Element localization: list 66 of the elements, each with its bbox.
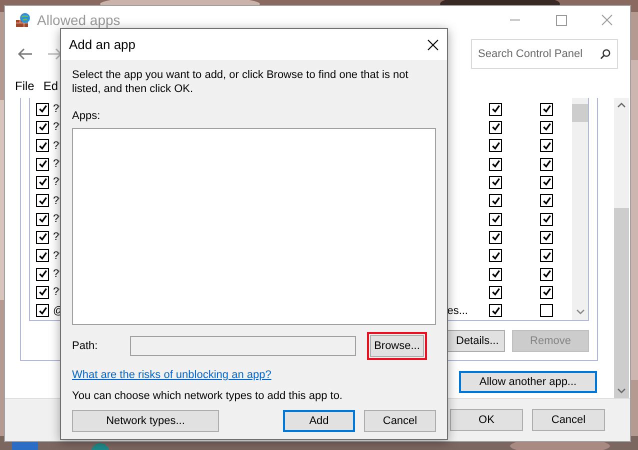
browse-button[interactable]: Browse... <box>370 335 424 357</box>
checkbox[interactable] <box>540 212 553 226</box>
checkbox[interactable] <box>489 286 502 299</box>
scroll-down-icon[interactable] <box>617 388 626 394</box>
path-label: Path: <box>72 340 99 352</box>
back-arrow-icon[interactable] <box>17 47 33 61</box>
checkbox[interactable] <box>489 249 502 262</box>
checkbox[interactable] <box>489 120 502 134</box>
search-icon <box>600 48 611 60</box>
checkbox[interactable] <box>36 304 49 318</box>
scrollbar[interactable] <box>614 98 629 398</box>
allow-another-app-button[interactable]: Allow another app... <box>459 371 597 393</box>
menu-item[interactable]: File <box>15 79 34 93</box>
checkbox[interactable] <box>36 158 49 171</box>
scroll-down-icon[interactable] <box>576 309 584 315</box>
checkbox[interactable] <box>489 139 502 152</box>
checkbox[interactable] <box>540 286 553 299</box>
dialog-button[interactable]: Cancel <box>532 409 605 431</box>
checkbox[interactable] <box>36 212 49 226</box>
checkbox[interactable] <box>489 230 502 244</box>
network-types-button[interactable]: Network types... <box>72 410 219 432</box>
checkbox[interactable] <box>36 249 49 262</box>
risks-link[interactable]: What are the risks of unblocking an app? <box>72 369 272 381</box>
checkbox[interactable] <box>540 176 553 189</box>
checkbox[interactable] <box>540 249 553 262</box>
menu-item[interactable]: Ed <box>43 79 58 93</box>
list-button[interactable]: Details... <box>447 330 505 352</box>
scroll-thumb[interactable] <box>572 104 588 122</box>
checkbox[interactable] <box>36 102 49 116</box>
checkbox[interactable] <box>36 230 49 244</box>
checkbox[interactable] <box>36 286 49 299</box>
checkbox[interactable] <box>36 194 49 208</box>
checkbox[interactable] <box>36 268 49 281</box>
search-field[interactable]: Search Control Panel <box>471 39 618 69</box>
checkbox[interactable] <box>540 120 553 134</box>
checkbox[interactable] <box>489 268 502 281</box>
checkbox[interactable] <box>36 120 49 134</box>
close-button[interactable] <box>427 38 439 50</box>
checkbox[interactable] <box>540 102 553 116</box>
firewall-icon <box>15 12 31 28</box>
checkbox[interactable] <box>36 176 49 189</box>
dialog-button[interactable]: Add <box>283 410 355 432</box>
scroll-up-icon[interactable] <box>617 102 626 108</box>
dialog-button[interactable]: Cancel <box>364 410 436 432</box>
apps-label: Apps: <box>72 110 102 122</box>
checkbox[interactable] <box>540 158 553 171</box>
checkbox[interactable] <box>540 194 553 208</box>
checkbox[interactable] <box>489 194 502 208</box>
checkbox[interactable] <box>489 304 502 318</box>
checkbox[interactable] <box>489 212 502 226</box>
checkbox[interactable] <box>540 230 553 244</box>
window-title: Allowed apps <box>37 12 120 28</box>
instructions-text: Select the app you want to add, or click Browse to find one that is not listed, and then click OK. <box>72 68 410 96</box>
scroll-thumb[interactable] <box>614 208 629 398</box>
network-types-note: You can choose which network types to add this app to. <box>72 390 344 402</box>
dialog-title: Add an app <box>69 37 136 52</box>
dialog-button[interactable]: OK <box>450 409 523 431</box>
checkbox[interactable] <box>36 139 49 152</box>
app-name: es... <box>447 304 468 317</box>
checkbox[interactable] <box>489 158 502 171</box>
checkbox[interactable] <box>489 102 502 116</box>
checkbox[interactable] <box>489 176 502 189</box>
checkbox[interactable] <box>540 139 553 152</box>
scrollbar[interactable] <box>572 98 588 320</box>
checkbox[interactable] <box>540 304 553 318</box>
checkbox[interactable] <box>540 268 553 281</box>
